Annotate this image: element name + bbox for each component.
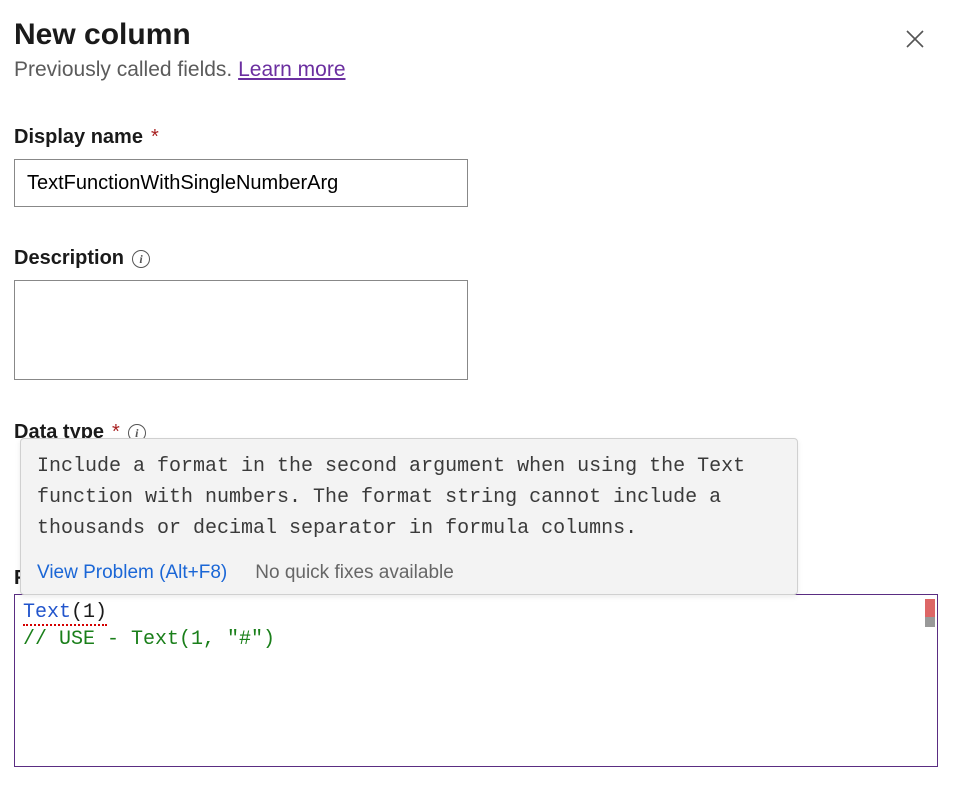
formula-arg: 1 (83, 601, 95, 624)
formula-comment: // USE - Text(1, "#") (23, 628, 929, 651)
formula-function-name: Text (23, 601, 71, 624)
learn-more-link[interactable]: Learn more (238, 58, 345, 81)
close-button[interactable] (894, 24, 936, 61)
view-problem-link[interactable]: View Problem (Alt+F8) (37, 562, 227, 584)
description-input[interactable] (14, 280, 468, 380)
display-name-label-text: Display name (14, 126, 143, 149)
display-name-label: Display name * (14, 126, 942, 149)
panel-subtitle: Previously called fields. Learn more (14, 58, 346, 82)
description-label: Description i (14, 247, 942, 270)
error-marker-icon (925, 599, 935, 617)
subtitle-text: Previously called fields. (14, 58, 238, 81)
required-marker: * (151, 126, 159, 149)
panel-title: New column (14, 18, 346, 52)
no-fixes-text: No quick fixes available (255, 562, 454, 584)
formula-editor[interactable]: Text(1) // USE - Text(1, "#") (14, 594, 938, 767)
close-icon (904, 28, 926, 50)
formula-line-1: Text(1) (23, 601, 929, 626)
tooltip-message: Include a format in the second argument … (21, 439, 797, 554)
display-name-input[interactable] (14, 159, 468, 207)
scrollbar-thumb[interactable] (925, 617, 935, 627)
description-label-text: Description (14, 247, 124, 270)
error-tooltip: Include a format in the second argument … (20, 438, 798, 595)
info-icon[interactable]: i (132, 250, 150, 268)
